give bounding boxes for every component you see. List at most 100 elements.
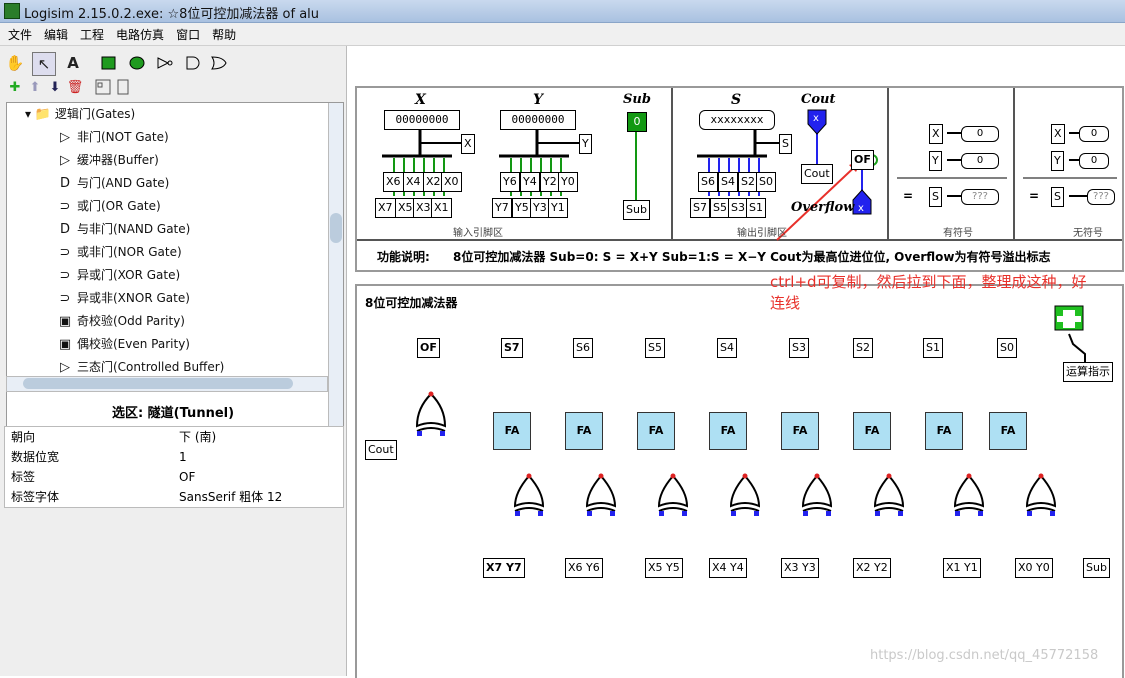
full-adder-5[interactable]: FA [637,412,675,450]
tunnel-x0[interactable]: X0 [441,172,462,192]
prop-row[interactable]: 标签字体 SansSerif 粗体 12 [5,487,343,507]
menu-help[interactable]: 帮助 [204,23,240,43]
cout-output-tunnel[interactable]: Cout [365,440,397,460]
sub-input-tunnel[interactable]: Sub [1083,558,1110,578]
circuit-canvas-bottom[interactable]: 8位可控加减法器 OF S7 S6 S5 S4 S3 S2 S1 S0 FA F… [355,284,1124,678]
full-adder-3[interactable]: FA [781,412,819,450]
full-adder-2[interactable]: FA [853,412,891,450]
sub-input-pin[interactable]: 0 [627,112,647,132]
tree-item-or[interactable]: ⊃ 或门(OR Gate) [57,195,161,217]
full-adder-6[interactable]: FA [565,412,603,450]
appearance-view-icon[interactable] [114,78,132,96]
tunnel-pair-2[interactable]: X2 Y2 [853,558,891,578]
prop-value[interactable]: 1 [179,447,187,467]
tunnel-y6[interactable]: Y6 [500,172,520,192]
tunnel-y1[interactable]: Y1 [548,198,568,218]
x-input-pin[interactable]: 00000000 [384,110,460,130]
s6-output-tunnel[interactable]: S6 [573,338,593,358]
menu-file[interactable]: 文件 [0,23,36,43]
s4-output-tunnel[interactable]: S4 [717,338,737,358]
s1-output-tunnel[interactable]: S1 [923,338,943,358]
full-adder-4[interactable]: FA [709,412,747,450]
output-pin-icon[interactable] [126,52,148,74]
and-gate-icon[interactable] [182,52,204,74]
tunnel-s6[interactable]: S6 [698,172,718,192]
s5-output-tunnel[interactable]: S5 [645,338,665,358]
prop-row[interactable]: 标签 OF [5,467,343,487]
xor-gate-of[interactable] [415,391,447,437]
s7-output-tunnel[interactable]: S7 [501,338,523,358]
xor-gate[interactable] [657,473,689,517]
tunnel-s1[interactable]: S1 [746,198,766,218]
tree-item-nand[interactable]: D 与非门(NAND Gate) [57,218,190,240]
tree-item-and[interactable]: D 与门(AND Gate) [57,172,169,194]
of-output-tunnel[interactable]: OF [417,338,440,358]
tunnel-pair-4[interactable]: X4 Y4 [709,558,747,578]
move-up-icon[interactable]: ⬆ [26,78,44,96]
tree-horizontal-scrollbar[interactable] [6,376,328,392]
xor-gate[interactable] [513,473,545,517]
tunnel-y3[interactable]: Y3 [530,198,550,218]
s-tunnel[interactable]: S [779,134,792,154]
tunnel-s0[interactable]: S0 [756,172,776,192]
move-down-icon[interactable]: ⬇ [46,78,64,96]
sub-tunnel[interactable]: Sub [623,200,650,220]
tunnel-pair-5[interactable]: X5 Y5 [645,558,683,578]
full-adder-0[interactable]: FA [989,412,1027,450]
tree-item-nor[interactable]: ⊃ 或非门(NOR Gate) [57,241,182,263]
arrow-icon[interactable]: ↖ [32,52,56,76]
tree-item-xnor[interactable]: ⊃ 异或非(XNOR Gate) [57,287,190,309]
circuit-canvas-top[interactable]: X Y Sub S Cout Overflow 00000000 0000000… [355,86,1124,272]
signed-y-tunnel[interactable]: Y [929,151,942,171]
xor-gate[interactable] [873,473,905,517]
unsigned-x-tunnel[interactable]: X [1051,124,1065,144]
xor-gate[interactable] [1025,473,1057,517]
full-adder-7[interactable]: FA [493,412,531,450]
tunnel-x1[interactable]: X1 [431,198,452,218]
xor-gate[interactable] [953,473,985,517]
menu-project[interactable]: 工程 [72,23,108,43]
xor-gate[interactable] [729,473,761,517]
tunnel-s4[interactable]: S4 [718,172,738,192]
tunnel-y7[interactable]: Y7 [492,198,512,218]
unsigned-s-tunnel[interactable]: S [1051,187,1064,207]
prop-value[interactable]: 下 (南) [179,427,216,447]
hand-icon[interactable]: ✋ [4,52,26,74]
prop-value[interactable]: SansSerif 粗体 12 [179,487,282,507]
s0-output-tunnel[interactable]: S0 [997,338,1017,358]
tunnel-s3[interactable]: S3 [728,198,748,218]
tunnel-pair-3[interactable]: X3 Y3 [781,558,819,578]
prop-row[interactable]: 朝向 下 (南) [5,427,343,447]
unsigned-y-tunnel[interactable]: Y [1051,151,1064,171]
tunnel-x7[interactable]: X7 [375,198,396,218]
tree-category-gates[interactable]: ▾ 📁 逻辑门(Gates) [25,103,135,125]
signed-x-tunnel[interactable]: X [929,124,943,144]
tunnel-pair-1[interactable]: X1 Y1 [943,558,981,578]
s-output-pin[interactable]: xxxxxxxx [699,110,775,130]
add-circuit-icon[interactable]: ✚ [6,78,24,96]
xor-gate[interactable] [801,473,833,517]
menu-edit[interactable]: 编辑 [36,23,72,43]
xor-gate[interactable] [585,473,617,517]
tunnel-pair-6[interactable]: X6 Y6 [565,558,603,578]
cout-tunnel[interactable]: Cout [801,164,833,184]
tree-item-odd-parity[interactable]: ▣ 奇校验(Odd Parity) [57,310,185,332]
signed-s-tunnel[interactable]: S [929,187,942,207]
layout-view-icon[interactable] [94,78,112,96]
tunnel-x4[interactable]: X4 [403,172,424,192]
tunnel-s2[interactable]: S2 [738,172,758,192]
tunnel-s7[interactable]: S7 [690,198,710,218]
tunnel-y4[interactable]: Y4 [520,172,540,192]
y-tunnel[interactable]: Y [579,134,592,154]
full-adder-1[interactable]: FA [925,412,963,450]
tree-item-xor[interactable]: ⊃ 异或门(XOR Gate) [57,264,181,286]
tree-item-even-parity[interactable]: ▣ 偶校验(Even Parity) [57,333,190,355]
or-gate-icon[interactable] [208,52,230,74]
prop-row[interactable]: 数据位宽 1 [5,447,343,467]
tunnel-x6[interactable]: X6 [383,172,404,192]
operation-hint-tunnel[interactable]: 运算指示 [1063,362,1113,382]
menu-simulate[interactable]: 电路仿真 [108,23,168,43]
scroll-thumb[interactable] [23,378,293,389]
tunnel-y0[interactable]: Y0 [558,172,578,192]
tree-item-controlled-buffer[interactable]: ▷ 三态门(Controlled Buffer) [57,356,224,378]
